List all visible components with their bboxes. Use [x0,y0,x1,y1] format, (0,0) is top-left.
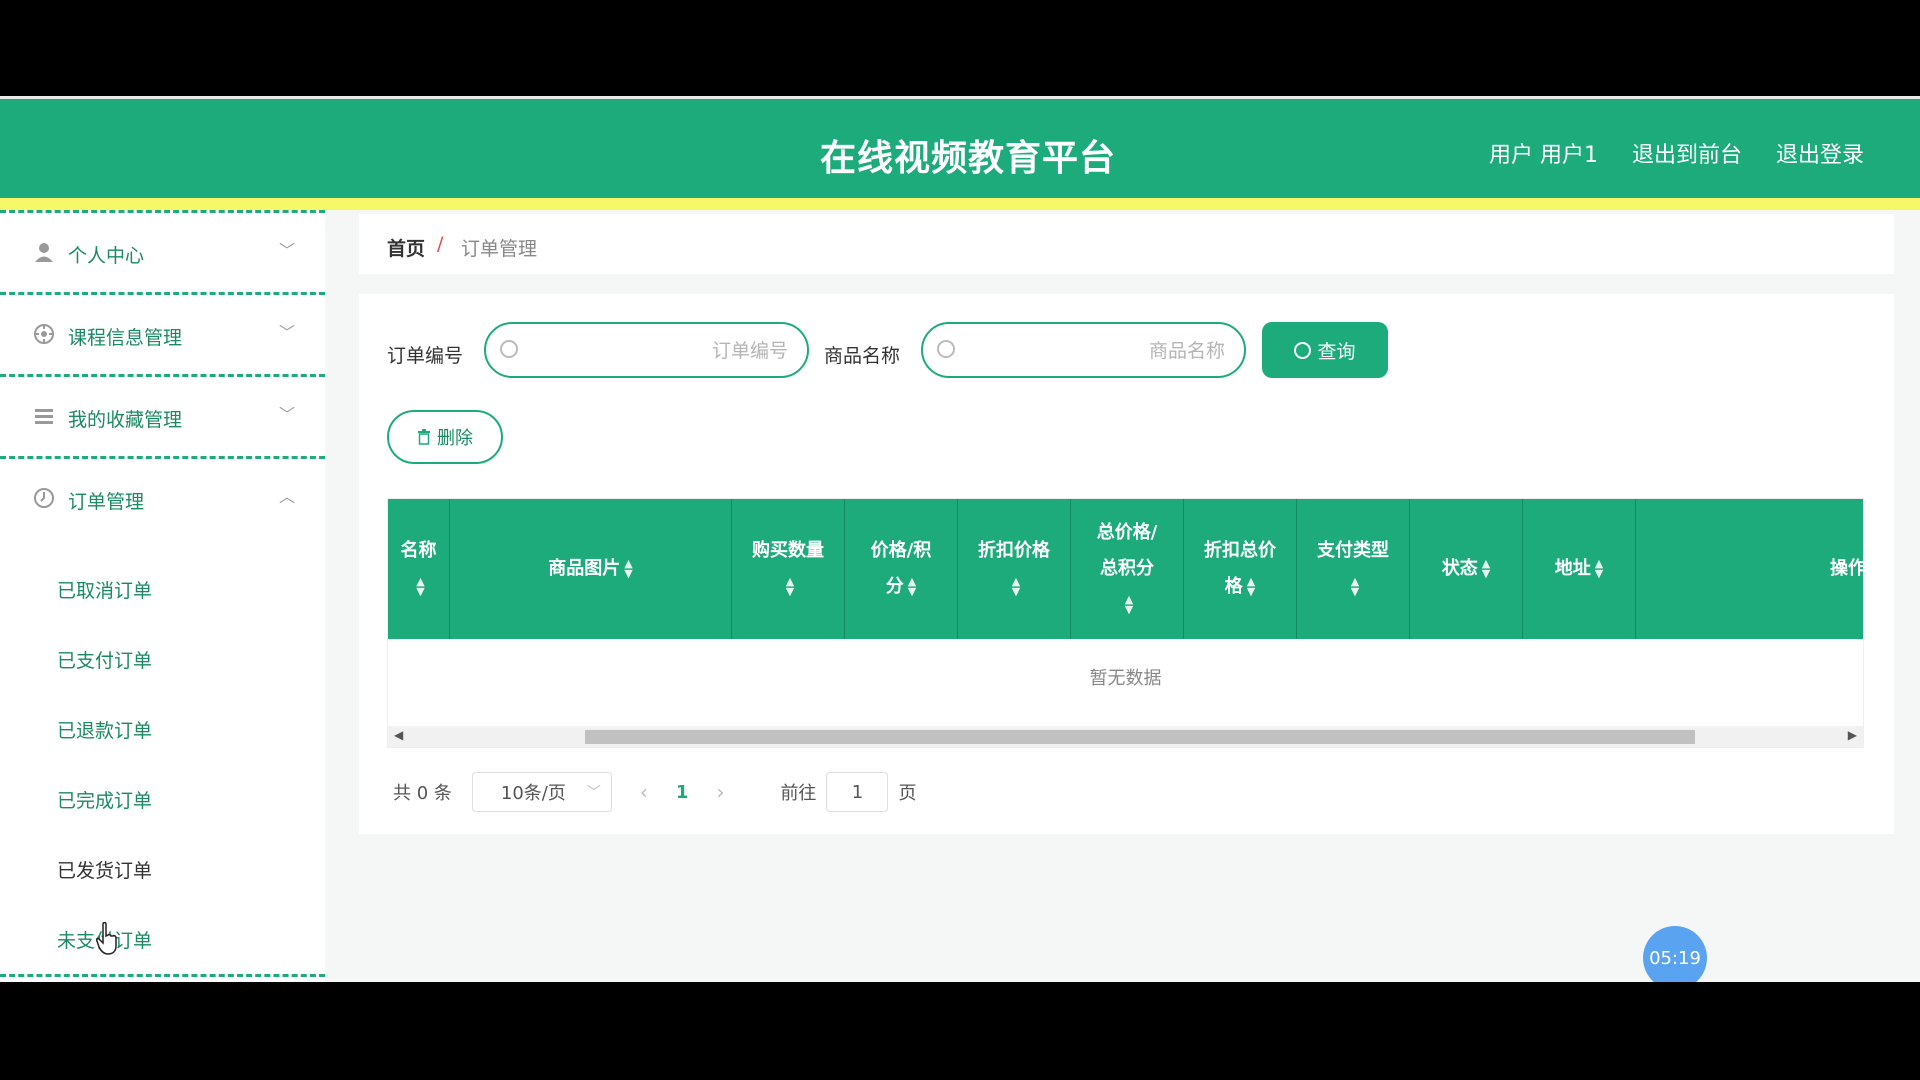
goto-page-input[interactable]: 1 [826,772,889,812]
query-button-label: 查询 [1317,340,1356,363]
order-no-label: 订单编号 [387,345,464,367]
sidebar-item-course-info[interactable]: 课程信息管理 ﹀ [0,292,325,372]
sort-icon[interactable]: ▲ ▼ [1125,594,1133,615]
chevron-up-icon: ︿ [278,487,295,506]
sidebar-item-favorites[interactable]: 我的收藏管理 ﹀ [0,374,325,454]
table-header: 名称 ▲ ▼ 商品图片 ▲ ▼ 购买数量 ▲ ▼ 价格/积分 ▲ ▼ 折扣价格 ▲ ▼ 总价格/总积… [388,499,1864,639]
sidebar-divider [0,974,325,977]
header-nav: 用户 用户1 退出到前台 退出登录 [1489,137,1864,169]
scroll-left-icon[interactable]: ◀ [394,728,403,742]
scroll-right-icon[interactable]: ▶ [1848,728,1857,742]
column-header-discount-price[interactable]: 折扣价格 ▲ ▼ [958,499,1071,639]
column-header-price[interactable]: 价格/积分 ▲ ▼ [845,499,958,639]
product-name-input[interactable] [963,324,1227,378]
sidebar-item-label: 课程信息管理 [68,327,183,349]
chevron-down-icon: ﹀ [586,785,601,801]
sort-icon[interactable]: ▲ ▼ [624,558,632,579]
order-panel: 订单编号 商品名称 查询 删除 名称▲▼ 商品图片▲▼ 购买数量▲▼ 价格/积分… [359,294,1894,834]
order-no-input[interactable] [526,324,790,378]
sidebar-item-label: 个人中心 [68,245,145,267]
search-icon [1294,341,1312,359]
column-header-total-price[interactable]: 总价格/总积分 ▲ ▼ [1071,499,1184,639]
order-table: 名称 ▲ ▼ 商品图片 ▲ ▼ 购买数量 ▲ ▼ 价格/积分 ▲ ▼ 折扣价格 ▲ ▼ 总价格/总积… [387,498,1864,748]
app-screen: 在线视频教育平台 用户 用户1 退出到前台 退出登录 个人中心 ﹀ 课程信息管理… [0,96,1920,982]
user-link[interactable]: 用户 用户1 [1489,137,1598,169]
search-icon [500,340,518,358]
user-icon [33,241,55,263]
pagination: 共 0 条 10条/页 ﹀ ‹ 1 › 前往 1 页 [393,772,916,812]
current-page[interactable]: 1 [676,782,689,803]
sort-icon[interactable]: ▲ ▼ [908,576,916,597]
empty-state-text: 暂无数据 [1089,668,1162,689]
page-size-select[interactable]: 10条/页 ﹀ [471,772,612,812]
page-suffix: 页 [898,783,917,804]
breadcrumb: 首页 / 订单管理 [359,214,1894,274]
sidebar-item-personal-center[interactable]: 个人中心 ﹀ [0,210,325,290]
product-name-field[interactable] [921,322,1246,378]
list-icon [33,405,55,427]
sort-icon[interactable]: ▲ ▼ [1247,576,1255,597]
column-header-discount-total[interactable]: 折扣总价格 ▲ ▼ [1184,499,1297,639]
sort-icon[interactable]: ▲ ▼ [416,576,424,597]
submenu-completed-orders[interactable]: 已完成订单 [57,786,152,813]
timer-badge: 05:19 [1643,926,1707,982]
breadcrumb-home[interactable]: 首页 [387,234,425,261]
mouse-cursor-icon [96,922,117,955]
delete-button-label: 删除 [437,428,473,449]
column-header-address[interactable]: 地址 ▲ ▼ [1523,499,1636,639]
breadcrumb-current: 订单管理 [461,238,538,260]
chevron-down-icon: ﹀ [278,323,295,342]
column-header-status[interactable]: 状态 ▲ ▼ [1410,499,1523,639]
column-header-payment-type[interactable]: 支付类型 ▲ ▼ [1297,499,1410,639]
trash-icon [418,429,430,445]
top-header: 在线视频教育平台 用户 用户1 退出到前台 退出登录 [0,96,1920,198]
column-header-name[interactable]: 名称 ▲ ▼ [388,499,450,639]
sort-icon[interactable]: ▲ ▼ [1351,576,1359,597]
header-accent-bar [0,198,1920,210]
sidebar-item-order-management[interactable]: 订单管理 ︿ [0,456,325,536]
submenu-cancelled-orders[interactable]: 已取消订单 [57,576,152,603]
column-header-product-image[interactable]: 商品图片 ▲ ▼ [450,499,732,639]
sort-icon[interactable]: ▲ ▼ [1482,558,1490,579]
delete-button[interactable]: 删除 [387,410,503,464]
search-icon [937,340,955,358]
submenu-paid-orders[interactable]: 已支付订单 [57,646,152,673]
prev-page-icon[interactable]: ‹ [640,780,648,804]
sort-icon[interactable]: ▲ ▼ [786,576,794,597]
total-count: 共 0 条 [393,783,452,804]
breadcrumb-separator: / [437,233,444,255]
goto-label: 前往 [780,783,817,804]
app-title: 在线视频教育平台 [820,138,1117,179]
submenu-refunded-orders[interactable]: 已退款订单 [57,716,152,743]
logout-link[interactable]: 退出登录 [1776,137,1864,169]
order-no-field[interactable] [484,322,809,378]
query-button[interactable]: 查询 [1262,322,1388,378]
product-name-label: 商品名称 [824,345,901,367]
next-page-icon[interactable]: › [716,780,724,804]
chevron-down-icon: ﹀ [278,405,295,424]
column-header-actions: 操作 [1830,558,1864,579]
sidebar-item-label: 订单管理 [68,491,145,513]
clock-icon [33,487,55,509]
exit-to-frontend-link[interactable]: 退出到前台 [1632,137,1742,169]
chevron-down-icon: ﹀ [278,241,295,260]
horizontal-scrollbar[interactable]: ◀ ▶ [388,726,1863,747]
compass-icon [33,323,55,345]
column-header-quantity[interactable]: 购买数量 ▲ ▼ [732,499,845,639]
sidebar: 个人中心 ﹀ 课程信息管理 ﹀ 我的收藏管理 ﹀ 订单管理 ︿ 已取消订单 已支… [0,210,325,982]
submenu-shipped-orders[interactable]: 已发货订单 [57,856,152,883]
sort-icon[interactable]: ▲ ▼ [1595,558,1603,579]
sidebar-item-label: 我的收藏管理 [68,409,183,431]
sort-icon[interactable]: ▲ ▼ [1012,576,1020,597]
scrollbar-thumb[interactable] [585,730,1695,744]
